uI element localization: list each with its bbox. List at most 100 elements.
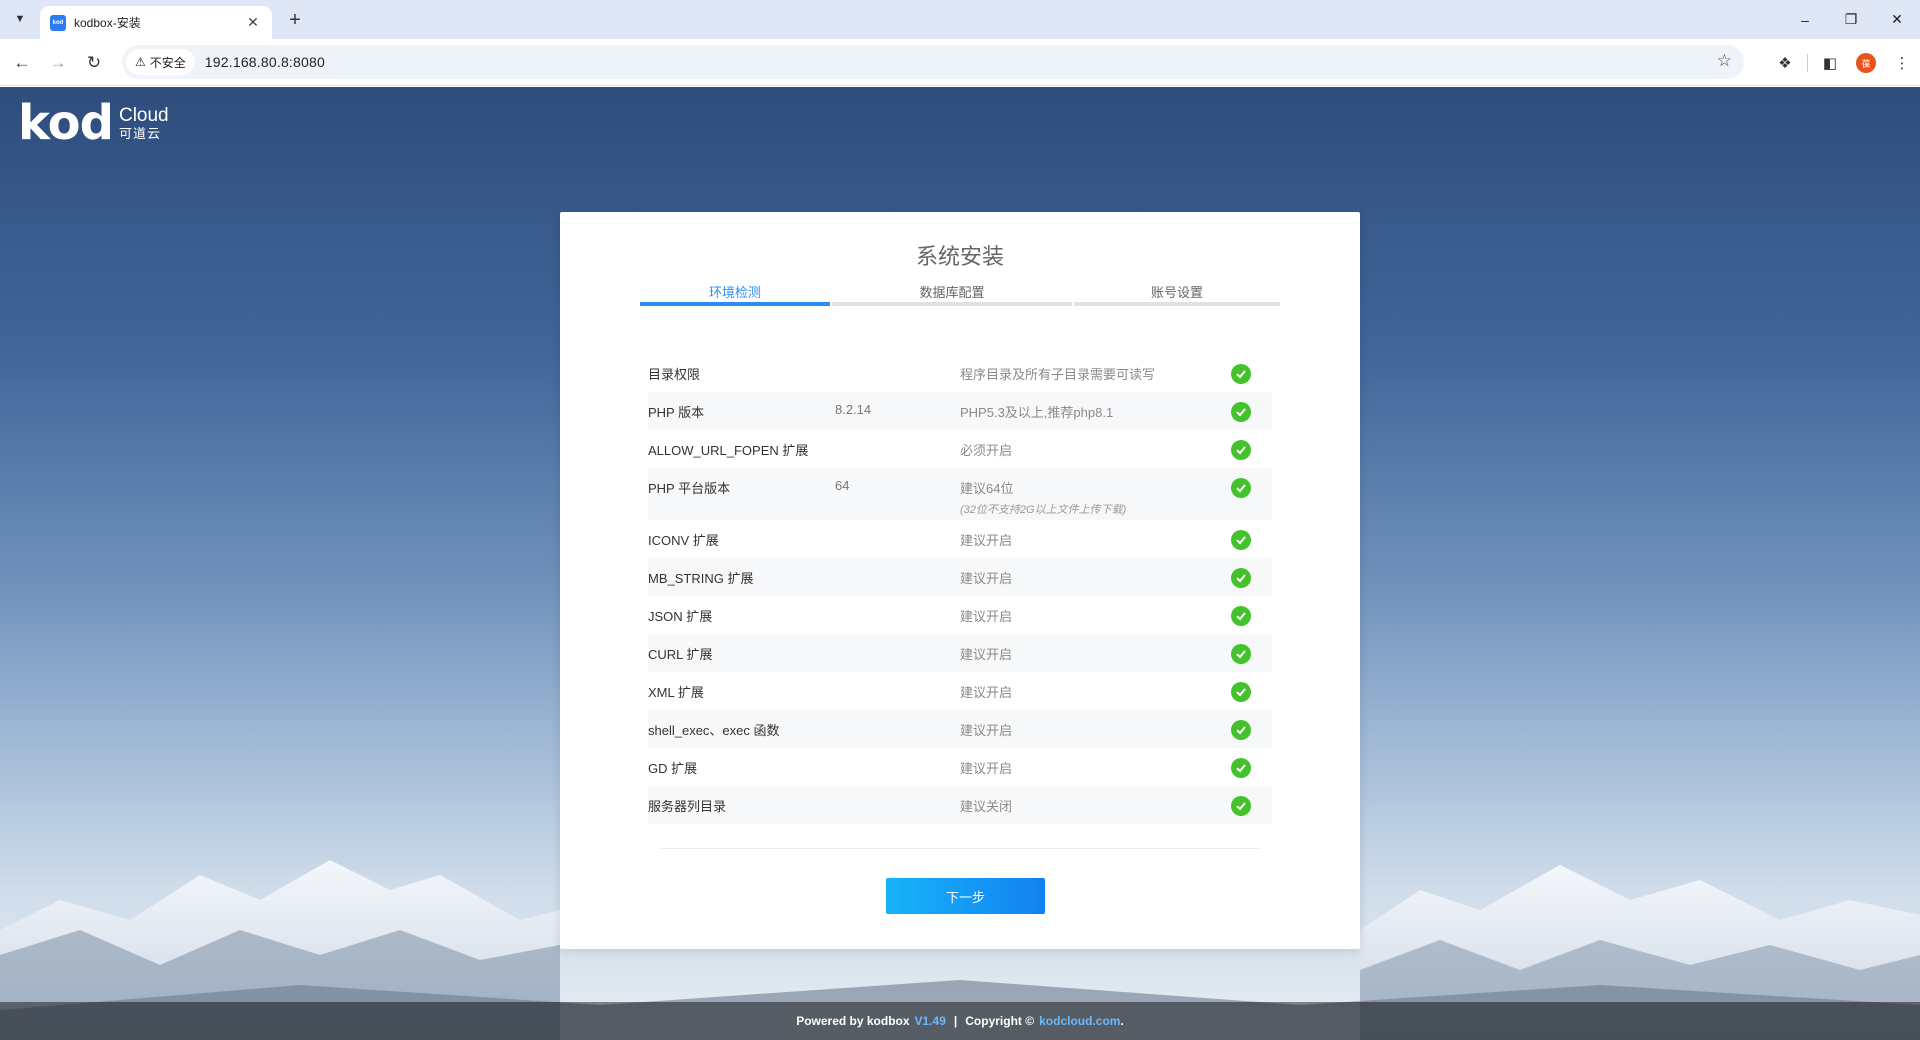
- footer-powered-text: Powered by kodbox: [796, 1014, 910, 1028]
- tab-search-button[interactable]: ▼: [8, 7, 32, 31]
- bookmark-star-icon[interactable]: ☆: [1717, 51, 1732, 71]
- check-requirement: 必须开启: [960, 443, 1013, 458]
- check-requirement: 建议开启: [960, 609, 1013, 624]
- footer-copyright-text: Copyright ©: [965, 1014, 1035, 1028]
- extensions-puzzle-icon[interactable]: ❖: [1767, 49, 1803, 77]
- footer-separator: |: [953, 1014, 958, 1028]
- check-name: ALLOW_URL_FOPEN 扩展: [648, 443, 809, 458]
- environment-check-table: 目录权限 程序目录及所有子目录需要可读写 PHP 版本 8.2.14 PHP5.…: [648, 354, 1272, 824]
- back-arrow-icon[interactable]: ←: [8, 49, 36, 77]
- chevron-down-icon: ▼: [14, 13, 26, 25]
- check-name: PHP 版本: [648, 405, 705, 420]
- toolbar-divider: [1807, 54, 1808, 72]
- table-row: ICONV 扩展 建议开启: [648, 520, 1272, 558]
- table-row: PHP 版本 8.2.14 PHP5.3及以上,推荐php8.1: [648, 392, 1272, 430]
- table-row: PHP 平台版本 64 建议64位 (32位不支持2G以上文件上传下载): [648, 468, 1272, 520]
- browser-tab-strip: ▼ kod kodbox-安装 ✕ + – ❐ ✕: [0, 0, 1920, 39]
- install-steps: 环境检测 数据库配置 账号设置: [640, 278, 1280, 306]
- browser-toolbar: ← → ↻ ⚠ 不安全 192.168.80.8:8080 ☆ ❖ ◧ 葆 ⋮: [0, 39, 1920, 86]
- check-requirement: PHP5.3及以上,推荐php8.1: [960, 405, 1114, 420]
- more-menu-icon[interactable]: ⋮: [1884, 49, 1920, 77]
- check-requirement: 建议开启: [960, 761, 1013, 776]
- check-requirement-note: (32位不支持2G以上文件上传下载): [960, 504, 1127, 516]
- check-name: GD 扩展: [648, 761, 698, 776]
- check-success-icon: [1231, 644, 1251, 664]
- check-requirement: 建议开启: [960, 533, 1013, 548]
- divider: [660, 848, 1260, 849]
- url-text[interactable]: 192.168.80.8:8080: [205, 54, 325, 70]
- browser-tab[interactable]: kod kodbox-安装 ✕: [40, 6, 272, 39]
- close-icon[interactable]: ✕: [244, 14, 262, 31]
- new-tab-button[interactable]: +: [282, 7, 308, 33]
- logo-cn-text: 可道云: [118, 126, 161, 141]
- check-name: XML 扩展: [648, 685, 704, 700]
- page-footer: Powered by kodbox V1.49 | Copyright © ko…: [0, 1002, 1920, 1040]
- check-name: shell_exec、exec 函数: [648, 723, 780, 738]
- table-row: 目录权限 程序目录及所有子目录需要可读写: [648, 354, 1272, 392]
- check-requirement: 程序目录及所有子目录需要可读写: [960, 367, 1156, 382]
- check-success-icon: [1231, 402, 1251, 422]
- page-background: kod Cloud 可道云 系统安装 环境检测 数据库配置 账号设置 目录权限 …: [0, 87, 1920, 1040]
- restore-icon[interactable]: ❐: [1828, 0, 1874, 39]
- check-name: JSON 扩展: [648, 609, 713, 624]
- check-name: PHP 平台版本: [648, 481, 731, 496]
- table-row: 服务器列目录 建议关闭: [648, 786, 1272, 824]
- check-success-icon: [1231, 364, 1251, 384]
- footer-end-dot: .: [1120, 1014, 1124, 1028]
- window-controls: – ❐ ✕: [1782, 0, 1920, 39]
- logo-main-text: kod: [18, 95, 114, 151]
- address-bar[interactable]: ⚠ 不安全 192.168.80.8:8080 ☆: [122, 45, 1744, 79]
- footer-site-link[interactable]: kodcloud.com: [1039, 1014, 1120, 1028]
- forward-arrow-icon[interactable]: →: [44, 49, 72, 77]
- install-dialog: 系统安装 环境检测 数据库配置 账号设置 目录权限 程序目录及所有子目录需要可读…: [560, 212, 1360, 949]
- check-requirement-block: 建议64位 (32位不支持2G以上文件上传下载): [960, 478, 1210, 517]
- kodcloud-logo: kod Cloud 可道云: [18, 95, 169, 151]
- table-row: XML 扩展 建议开启: [648, 672, 1272, 710]
- table-row: MB_STRING 扩展 建议开启: [648, 558, 1272, 596]
- check-value: 64: [835, 478, 850, 493]
- logo-cloud-text: Cloud: [118, 105, 169, 126]
- tab-title: kodbox-安装: [74, 16, 141, 30]
- step-account-settings[interactable]: 账号设置: [1074, 278, 1280, 306]
- step-environment-check[interactable]: 环境检测: [640, 278, 830, 306]
- check-name: 服务器列目录: [648, 799, 727, 814]
- profile-button[interactable]: 葆: [1848, 49, 1884, 77]
- check-success-icon: [1231, 606, 1251, 626]
- check-name: CURL 扩展: [648, 647, 713, 662]
- step-database-config[interactable]: 数据库配置: [832, 278, 1072, 306]
- check-value: 8.2.14: [835, 402, 872, 417]
- check-name: MB_STRING 扩展: [648, 571, 754, 586]
- page-title: 系统安装: [915, 244, 1004, 269]
- table-row: shell_exec、exec 函数 建议开启: [648, 710, 1272, 748]
- side-panel-icon[interactable]: ◧: [1812, 49, 1848, 77]
- check-success-icon: [1231, 720, 1251, 740]
- check-success-icon: [1231, 440, 1251, 460]
- security-indicator[interactable]: ⚠ 不安全: [126, 49, 195, 75]
- minimize-icon[interactable]: –: [1782, 0, 1828, 39]
- check-success-icon: [1231, 530, 1251, 550]
- warning-triangle-icon: ⚠: [135, 55, 146, 69]
- check-requirement: 建议开启: [960, 647, 1013, 662]
- window-close-icon[interactable]: ✕: [1874, 0, 1920, 39]
- footer-version: V1.49: [914, 1014, 946, 1028]
- table-row: ALLOW_URL_FOPEN 扩展 必须开启: [648, 430, 1272, 468]
- check-success-icon: [1231, 568, 1251, 588]
- toolbar-actions: ❖ ◧ 葆 ⋮: [1767, 49, 1920, 77]
- check-success-icon: [1231, 796, 1251, 816]
- check-requirement: 建议64位: [960, 481, 1014, 496]
- check-success-icon: [1231, 758, 1251, 778]
- check-success-icon: [1231, 682, 1251, 702]
- kodbox-favicon-icon: kod: [50, 14, 66, 31]
- check-requirement: 建议开启: [960, 571, 1013, 586]
- check-requirement: 建议开启: [960, 723, 1013, 738]
- check-success-icon: [1231, 478, 1251, 498]
- table-row: JSON 扩展 建议开启: [648, 596, 1272, 634]
- table-row: GD 扩展 建议开启: [648, 748, 1272, 786]
- check-requirement: 建议开启: [960, 685, 1013, 700]
- avatar: 葆: [1856, 53, 1876, 73]
- reload-icon[interactable]: ↻: [80, 49, 108, 77]
- next-step-button[interactable]: 下一步: [886, 878, 1045, 914]
- check-name: ICONV 扩展: [648, 533, 719, 548]
- check-name: 目录权限: [648, 367, 701, 382]
- security-label: 不安全: [149, 55, 186, 70]
